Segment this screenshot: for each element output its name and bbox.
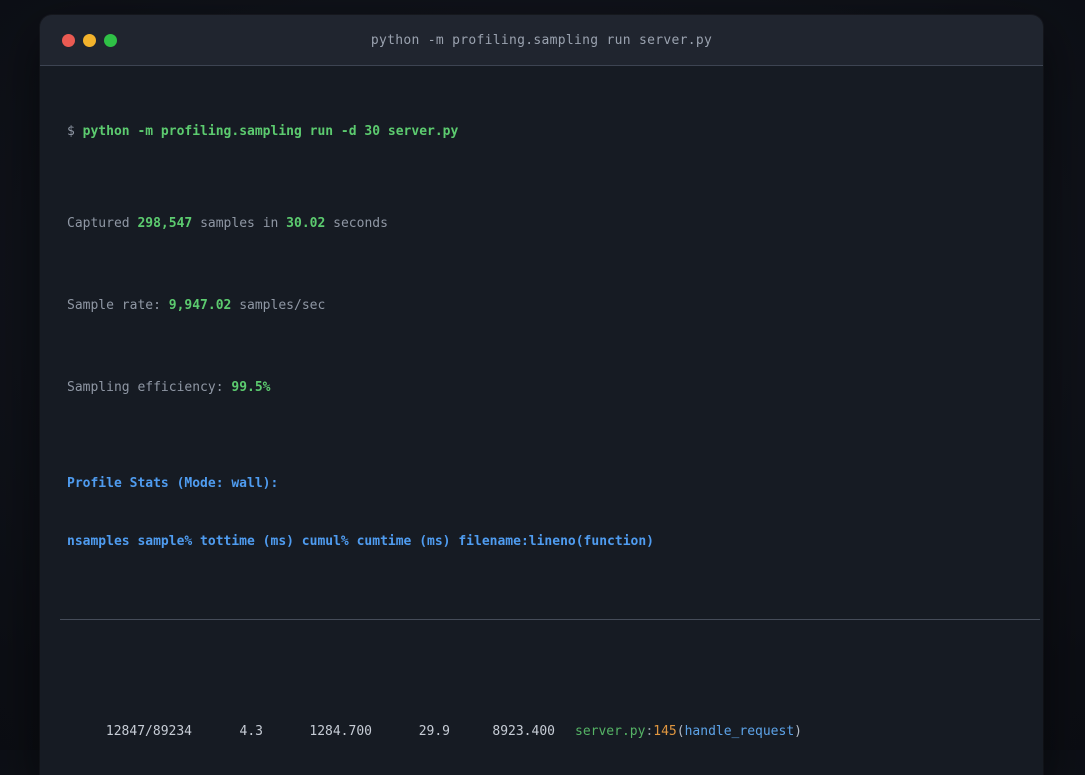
captured-suffix: seconds <box>325 216 388 231</box>
cumul-pct-cell: 29.9 <box>418 724 450 739</box>
terminal-window: python -m profiling.sampling run server.… <box>40 15 1043 775</box>
prompt-symbol: $ <box>67 124 83 139</box>
profile-table: 12847/89234 4.3 1284.700 29.9 8923.400 server… <box>67 685 1016 775</box>
table-divider <box>60 619 1040 620</box>
window-title: python -m profiling.sampling run server.… <box>370 32 713 48</box>
profile-row: 12847/89234 4.3 1284.700 29.9 8923.400 server… <box>67 721 1016 743</box>
sample-rate-label: Sample rate: <box>67 298 169 313</box>
close-paren: ) <box>794 724 802 739</box>
seconds-value: 30.02 <box>286 216 326 231</box>
terminal-output: $ python -m profiling.sampling run -d 30… <box>40 66 1043 775</box>
open-paren: ( <box>676 724 685 739</box>
captured-label: Captured <box>67 216 138 231</box>
terminal-titlebar[interactable]: python -m profiling.sampling run server.… <box>40 15 1043 66</box>
efficiency-value: 99.5% <box>231 380 271 395</box>
tottime-cell: 1284.700 <box>309 724 372 739</box>
sample-rate-line: Sample rate: 9,947.02 samples/sec <box>67 297 1016 315</box>
profile-stats-title: Profile Stats (Mode: wall): <box>67 476 279 491</box>
function-name: handle_request <box>684 724 795 739</box>
lineno-text: 145 <box>653 724 677 739</box>
command-text: python -m profiling.sampling run -d 30 s… <box>82 124 459 139</box>
columns-header: nsamples sample% tottime (ms) cumul% cum… <box>67 534 654 549</box>
function-location: server.py:145(handle_request) <box>575 721 802 743</box>
efficiency-label: Sampling efficiency: <box>67 380 232 395</box>
nsamples-cell: 12847/89234 <box>105 724 192 739</box>
efficiency-line: Sampling efficiency: 99.5% <box>67 379 1016 397</box>
samples-count: 298,547 <box>137 216 193 231</box>
captured-line: Captured 298,547 samples in 30.02 second… <box>67 215 1016 233</box>
filename-text: server.py <box>575 724 646 739</box>
sample-rate-suffix: samples/sec <box>231 298 326 313</box>
captured-mid-label: samples in <box>192 216 287 231</box>
sample-rate-value: 9,947.02 <box>168 298 232 313</box>
sample-pct-cell: 4.3 <box>239 724 263 739</box>
cumtime-cell: 8923.400 <box>492 724 555 739</box>
command-line: $ python -m profiling.sampling run -d 30… <box>67 123 1016 141</box>
